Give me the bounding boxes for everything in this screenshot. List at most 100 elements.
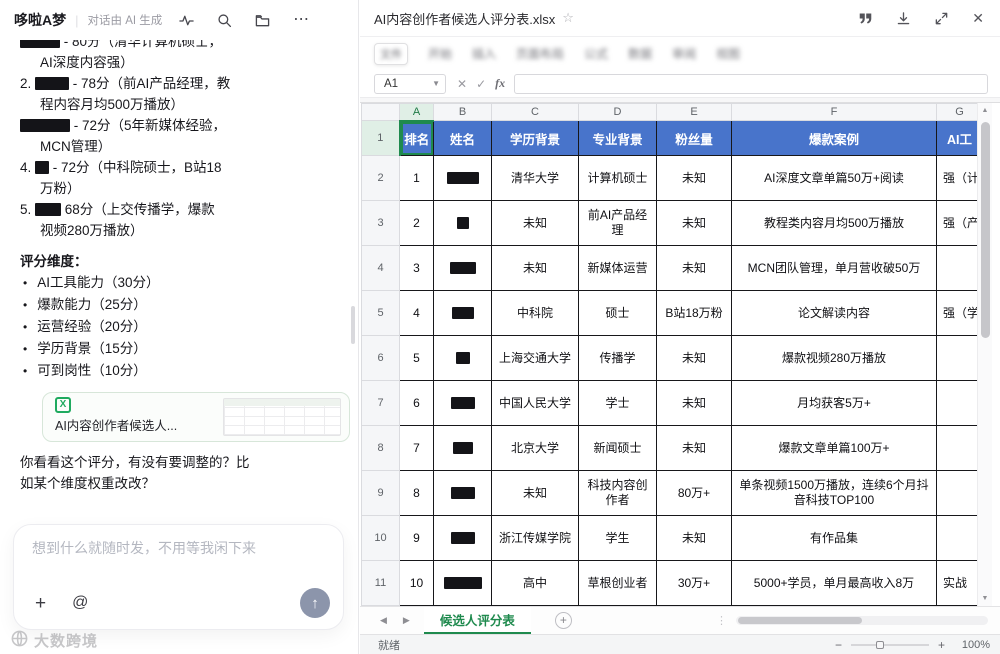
expand-icon[interactable] bbox=[934, 11, 949, 26]
favorite-star-icon[interactable]: ☆ bbox=[562, 10, 574, 26]
folder-icon[interactable] bbox=[255, 13, 270, 28]
cell-rank[interactable]: 1 bbox=[400, 156, 434, 201]
vertical-scrollbar[interactable]: ▲ ▼ bbox=[977, 103, 992, 606]
cell-education[interactable]: 清华大学 bbox=[492, 156, 579, 201]
cell-fans[interactable]: 未知 bbox=[657, 156, 732, 201]
cell-name[interactable] bbox=[434, 381, 492, 426]
column-header-A[interactable]: A bbox=[400, 104, 434, 121]
cell-rank[interactable]: 2 bbox=[400, 201, 434, 246]
prev-sheet-icon[interactable]: ◀ bbox=[380, 615, 387, 626]
download-icon[interactable] bbox=[896, 11, 911, 26]
zoom-in-button[interactable]: + bbox=[938, 639, 945, 651]
row-header-9[interactable]: 9 bbox=[362, 471, 400, 516]
cell-education[interactable]: 北京大学 bbox=[492, 426, 579, 471]
cell-extra[interactable]: 实战 bbox=[937, 561, 983, 606]
cell-major[interactable]: 新媒体运营 bbox=[579, 246, 657, 291]
column-header-B[interactable]: B bbox=[434, 104, 492, 121]
cell-name[interactable] bbox=[434, 201, 492, 246]
cell-fans[interactable]: 未知 bbox=[657, 381, 732, 426]
cell-extra[interactable] bbox=[937, 336, 983, 381]
horizontal-scrollbar-thumb[interactable] bbox=[738, 617, 862, 624]
zoom-out-button[interactable]: − bbox=[835, 639, 842, 651]
cell-extra[interactable] bbox=[937, 471, 983, 516]
cell-major[interactable]: 前AI产品经理 bbox=[579, 201, 657, 246]
ribbon-tab[interactable]: 公式 bbox=[584, 45, 608, 62]
cell-fans[interactable]: 30万+ bbox=[657, 561, 732, 606]
cell-rank[interactable]: 8 bbox=[400, 471, 434, 516]
waveform-icon[interactable] bbox=[179, 13, 194, 28]
add-sheet-button[interactable]: + bbox=[555, 612, 572, 629]
cell-education[interactable]: 上海交通大学 bbox=[492, 336, 579, 381]
cell-name[interactable] bbox=[434, 336, 492, 381]
cell-case[interactable]: 论文解读内容 bbox=[732, 291, 937, 336]
ribbon-tab[interactable]: 插入 bbox=[472, 45, 496, 62]
row-header-10[interactable]: 10 bbox=[362, 516, 400, 561]
cell-education[interactable]: 中国人民大学 bbox=[492, 381, 579, 426]
cell-major[interactable]: 硕士 bbox=[579, 291, 657, 336]
zoom-slider[interactable] bbox=[851, 644, 929, 646]
header-cell[interactable]: 姓名 bbox=[434, 121, 492, 156]
cell-extra[interactable] bbox=[937, 426, 983, 471]
sheet-bar-resize-handle[interactable]: ⋮ bbox=[716, 614, 727, 627]
header-cell[interactable]: 粉丝量 bbox=[657, 121, 732, 156]
file-attachment-card[interactable]: X AI内容创作者候选人... bbox=[42, 392, 350, 442]
select-all-corner[interactable] bbox=[362, 104, 400, 121]
column-header-E[interactable]: E bbox=[657, 104, 732, 121]
header-cell[interactable]: AI工 bbox=[937, 121, 983, 156]
send-button[interactable]: ↑ bbox=[300, 588, 330, 618]
cell-major[interactable]: 学士 bbox=[579, 381, 657, 426]
close-icon[interactable]: ✕ bbox=[972, 11, 984, 25]
search-icon[interactable] bbox=[217, 13, 232, 28]
confirm-entry-icon[interactable]: ✓ bbox=[476, 77, 486, 91]
cell-major[interactable]: 新闻硕士 bbox=[579, 426, 657, 471]
cell-name[interactable] bbox=[434, 471, 492, 516]
cell-major[interactable]: 计算机硕士 bbox=[579, 156, 657, 201]
cell-extra[interactable]: 强（计 bbox=[937, 156, 983, 201]
cell-reference-box[interactable]: A1 ▼ bbox=[374, 74, 446, 94]
attach-plus-icon[interactable]: + bbox=[35, 594, 46, 613]
row-header-11[interactable]: 11 bbox=[362, 561, 400, 606]
cell-fans[interactable]: 未知 bbox=[657, 426, 732, 471]
cell-case[interactable]: 5000+学员，单月最高收入8万 bbox=[732, 561, 937, 606]
cell-major[interactable]: 学生 bbox=[579, 516, 657, 561]
cell-education[interactable]: 浙江传媒学院 bbox=[492, 516, 579, 561]
header-cell[interactable]: 排名 bbox=[400, 121, 434, 156]
ribbon-tab[interactable]: 审阅 bbox=[672, 45, 696, 62]
row-header-6[interactable]: 6 bbox=[362, 336, 400, 381]
cell-name[interactable] bbox=[434, 246, 492, 291]
header-cell[interactable]: 爆款案例 bbox=[732, 121, 937, 156]
row-header-7[interactable]: 7 bbox=[362, 381, 400, 426]
column-header-D[interactable]: D bbox=[579, 104, 657, 121]
row-header-3[interactable]: 3 bbox=[362, 201, 400, 246]
column-header-C[interactable]: C bbox=[492, 104, 579, 121]
cell-case[interactable]: 爆款文章单篇100万+ bbox=[732, 426, 937, 471]
cell-case[interactable]: AI深度文章单篇50万+阅读 bbox=[732, 156, 937, 201]
chat-scrollbar[interactable] bbox=[351, 306, 355, 344]
cell-education[interactable]: 高中 bbox=[492, 561, 579, 606]
vertical-scrollbar-thumb[interactable] bbox=[981, 122, 990, 338]
citation-icon[interactable] bbox=[858, 12, 873, 25]
cell-extra[interactable]: 强（产 bbox=[937, 201, 983, 246]
cell-education[interactable]: 未知 bbox=[492, 246, 579, 291]
formula-input[interactable] bbox=[514, 74, 988, 94]
scroll-down-icon[interactable]: ▼ bbox=[978, 595, 992, 602]
ribbon-tab[interactable]: 数据 bbox=[628, 45, 652, 62]
horizontal-scrollbar[interactable] bbox=[736, 616, 988, 625]
ribbon-file-button[interactable]: 文件 bbox=[374, 43, 408, 65]
cell-fans[interactable]: 未知 bbox=[657, 246, 732, 291]
row-header-8[interactable]: 8 bbox=[362, 426, 400, 471]
cell-name[interactable] bbox=[434, 426, 492, 471]
cell-rank[interactable]: 4 bbox=[400, 291, 434, 336]
cell-rank[interactable]: 5 bbox=[400, 336, 434, 381]
column-header-F[interactable]: F bbox=[732, 104, 937, 121]
cell-fans[interactable]: 80万+ bbox=[657, 471, 732, 516]
cell-case[interactable]: 单条视频1500万播放，连续6个月抖音科技TOP100 bbox=[732, 471, 937, 516]
chevron-down-icon[interactable]: ▼ bbox=[432, 79, 440, 88]
insert-function-icon[interactable]: fx bbox=[495, 76, 505, 91]
cell-fans[interactable]: 未知 bbox=[657, 516, 732, 561]
cell-case[interactable]: 有作品集 bbox=[732, 516, 937, 561]
cell-extra[interactable] bbox=[937, 381, 983, 426]
cell-major[interactable]: 传播学 bbox=[579, 336, 657, 381]
mention-at-icon[interactable]: @ bbox=[72, 595, 88, 611]
cell-extra[interactable] bbox=[937, 246, 983, 291]
